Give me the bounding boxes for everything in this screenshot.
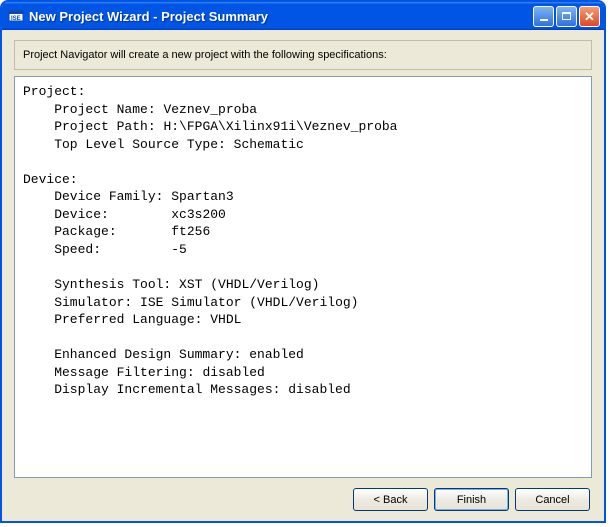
titlebar: ISE New Project Wizard - Project Summary… [2, 2, 604, 30]
device-label: Device: [23, 207, 171, 222]
device-family-value: Spartan3 [171, 189, 233, 204]
back-button[interactable]: < Back [353, 488, 428, 511]
project-name-value: Veznev_proba [163, 102, 257, 117]
project-path-value: H:\FPGA\Xilinx91i\Veznev_proba [163, 119, 397, 134]
summary-panel: Project: Project Name: Veznev_proba Proj… [14, 76, 592, 478]
synth-value: XST (VHDL/Verilog) [179, 277, 319, 292]
mf-label: Message Filtering: [23, 365, 202, 380]
intro-text: Project Navigator will create a new proj… [23, 49, 387, 61]
minimize-button[interactable] [533, 6, 554, 27]
package-label: Package: [23, 224, 171, 239]
dim-value: disabled [288, 382, 350, 397]
button-row: < Back Finish Cancel [14, 488, 592, 511]
sim-value: ISE Simulator (VHDL/Verilog) [140, 295, 358, 310]
close-button[interactable]: ✕ [579, 6, 600, 27]
speed-label: Speed: [23, 242, 171, 257]
synth-label: Synthesis Tool: [23, 277, 179, 292]
svg-text:ISE: ISE [11, 16, 21, 22]
client-area: Project Navigator will create a new proj… [2, 30, 604, 521]
window-title: New Project Wizard - Project Summary [29, 9, 533, 24]
project-name-label: Project Name: [23, 102, 163, 117]
mf-value: disabled [202, 365, 264, 380]
sim-label: Simulator: [23, 295, 140, 310]
top-level-value: Schematic [234, 137, 304, 152]
intro-panel: Project Navigator will create a new proj… [14, 40, 592, 70]
dim-label: Display Incremental Messages: [23, 382, 288, 397]
cancel-button-label: Cancel [535, 494, 569, 506]
maximize-button[interactable] [556, 6, 577, 27]
app-icon: ISE [8, 8, 24, 24]
lang-value: VHDL [210, 312, 241, 327]
device-value: xc3s200 [171, 207, 226, 222]
eds-value: enabled [249, 347, 304, 362]
finish-button[interactable]: Finish [434, 488, 509, 511]
eds-label: Enhanced Design Summary: [23, 347, 249, 362]
device-heading: Device: [23, 172, 78, 187]
back-button-label: < Back [374, 494, 408, 506]
cancel-button[interactable]: Cancel [515, 488, 590, 511]
finish-button-label: Finish [457, 494, 486, 506]
speed-value: -5 [171, 242, 187, 257]
window-buttons: ✕ [533, 6, 600, 27]
package-value: ft256 [171, 224, 210, 239]
close-icon: ✕ [584, 10, 595, 23]
project-path-label: Project Path: [23, 119, 163, 134]
top-level-label: Top Level Source Type: [23, 137, 234, 152]
device-family-label: Device Family: [23, 189, 171, 204]
lang-label: Preferred Language: [23, 312, 210, 327]
dialog-window: ISE New Project Wizard - Project Summary… [0, 0, 606, 523]
project-heading: Project: [23, 84, 85, 99]
